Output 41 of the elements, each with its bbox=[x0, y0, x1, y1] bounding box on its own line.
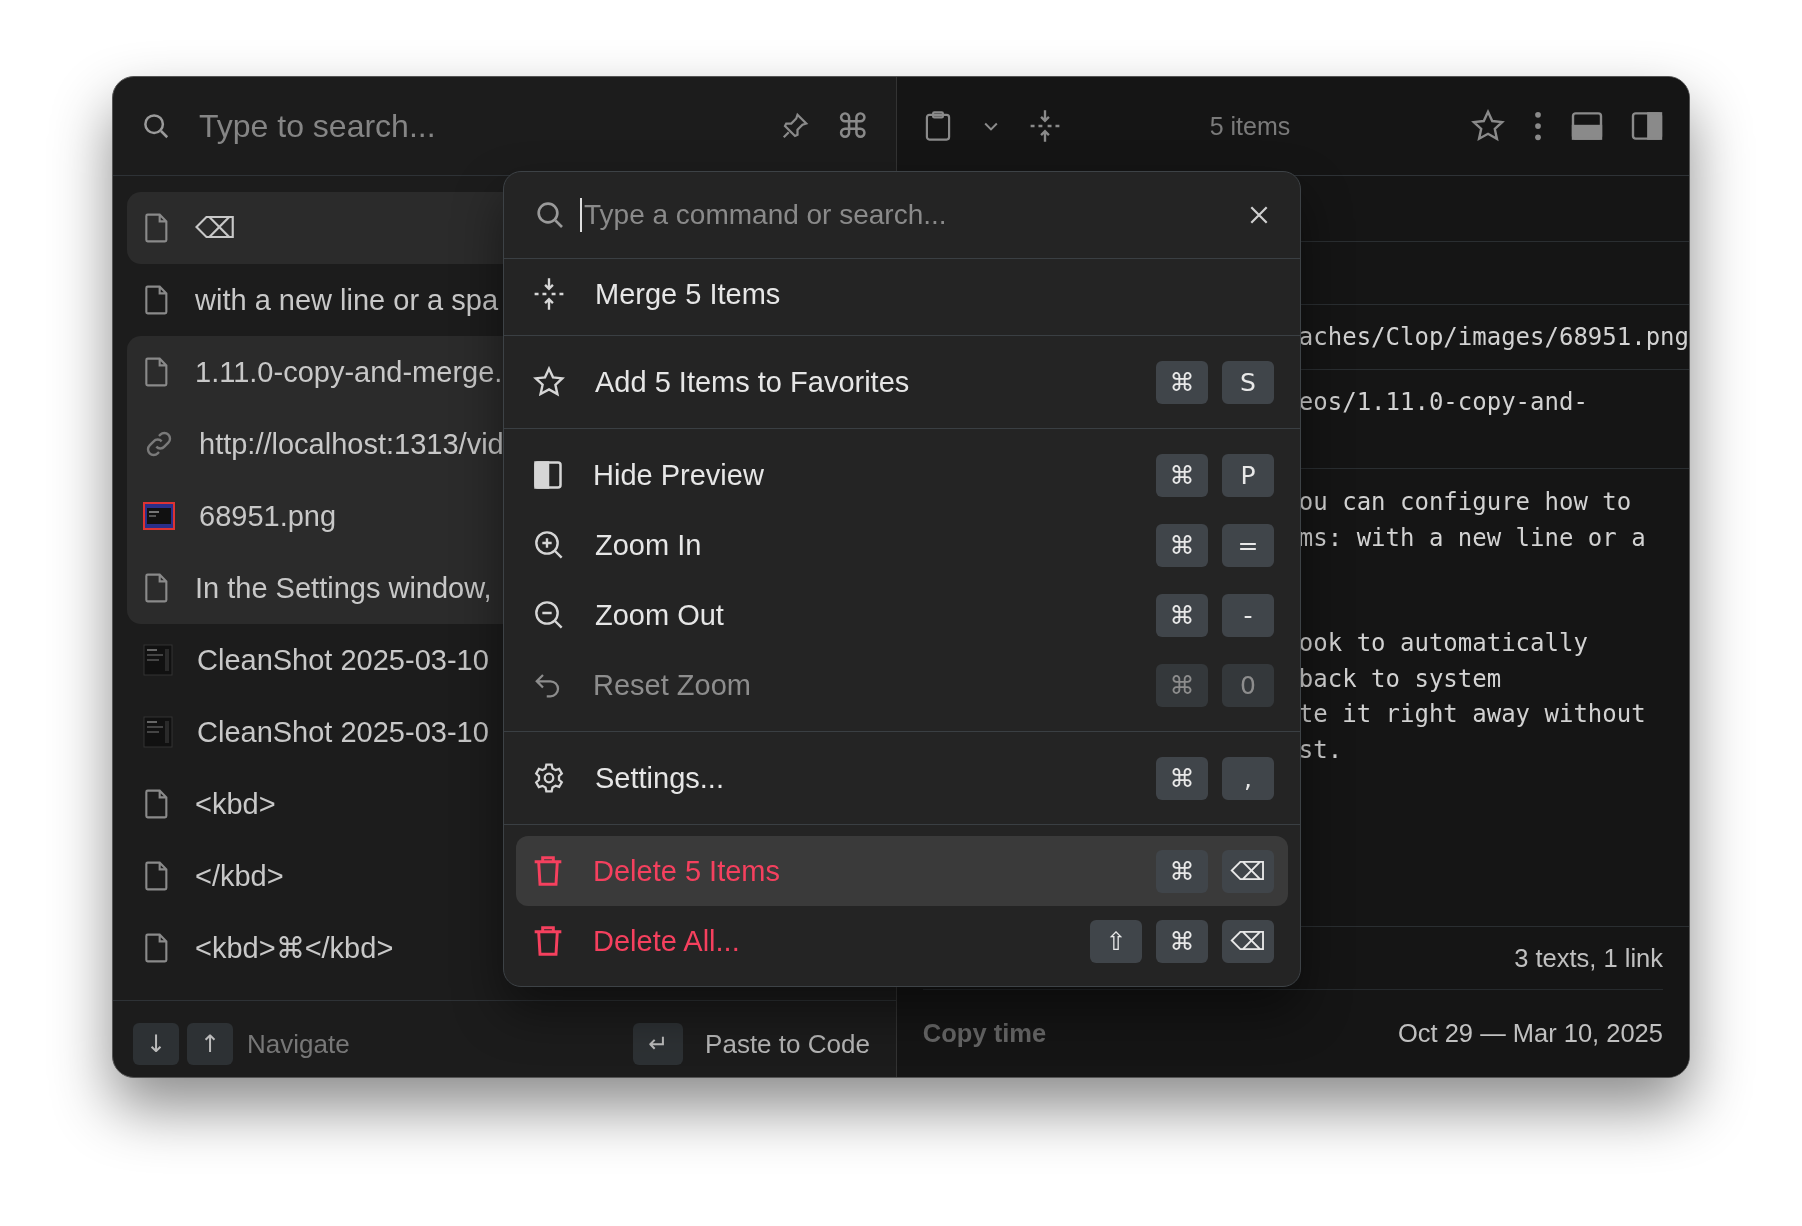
shortcut-key: ⌘ bbox=[1156, 523, 1208, 567]
item-text: <kbd>⌘</kbd> bbox=[195, 931, 394, 965]
shortcut-key: ⌘ bbox=[1156, 593, 1208, 637]
shortcut-key: P bbox=[1222, 453, 1274, 497]
preview-line: ook to automatically bbox=[1298, 628, 1589, 659]
content-summary: 3 texts, 1 link bbox=[1514, 943, 1663, 973]
item-count: 5 items bbox=[1208, 111, 1292, 141]
item-text: CleanShot 2025-03-10 bbox=[197, 643, 489, 677]
shortcut-key: ⌘ bbox=[1156, 360, 1208, 404]
shortcut-key: = bbox=[1222, 523, 1274, 567]
navigate-label: Navigate bbox=[247, 1028, 350, 1060]
preview-line: st. bbox=[1298, 734, 1344, 766]
item-text: In the Settings window, bbox=[195, 571, 492, 605]
shortcut-key: ⌘ bbox=[1156, 663, 1208, 707]
shortcut-key: ⌫ bbox=[1222, 919, 1274, 963]
item-text: with a new line or a spa bbox=[195, 283, 499, 317]
item-text: 1.11.0-copy-and-merge. bbox=[195, 355, 503, 389]
copy-time-value: Oct 29 — Mar 10, 2025 bbox=[1397, 1019, 1663, 1048]
shortcut-key: ⌘ bbox=[1156, 919, 1208, 963]
shortcut-key: ⇧ bbox=[1090, 919, 1142, 963]
paste-label: Paste to Code bbox=[705, 1028, 870, 1060]
preview-line: te it right away without bbox=[1298, 699, 1647, 730]
item-text: </kbd> bbox=[195, 859, 284, 893]
copy-time-label: Copy time bbox=[922, 1019, 1047, 1048]
shortcut-key: ⌘ bbox=[1156, 849, 1208, 893]
item-text: 68951.png bbox=[199, 499, 337, 533]
shortcut-key: ⌘ bbox=[1156, 453, 1208, 497]
preview-line: back to system bbox=[1298, 663, 1503, 695]
item-text: ⌫ bbox=[195, 211, 236, 245]
item-text: CleanShot 2025-03-10 bbox=[197, 715, 489, 749]
shortcut-key: 0 bbox=[1222, 663, 1274, 707]
item-text: http://localhost:1313/vid bbox=[199, 427, 504, 461]
shortcut-key: ⌘ bbox=[1156, 756, 1208, 800]
shortcut-key: S bbox=[1222, 360, 1274, 404]
shortcut-key: , bbox=[1222, 756, 1274, 800]
preview-line: ou can configure how to bbox=[1298, 487, 1633, 518]
item-text: <kbd> bbox=[195, 787, 276, 821]
shortcut-key: ⌫ bbox=[1222, 849, 1274, 893]
shortcut-key: - bbox=[1222, 593, 1274, 637]
preview-path: aches/Clop/images/68951.png bbox=[1298, 323, 1689, 351]
preview-url: eos/1.11.0-copy-and- bbox=[1298, 388, 1588, 416]
